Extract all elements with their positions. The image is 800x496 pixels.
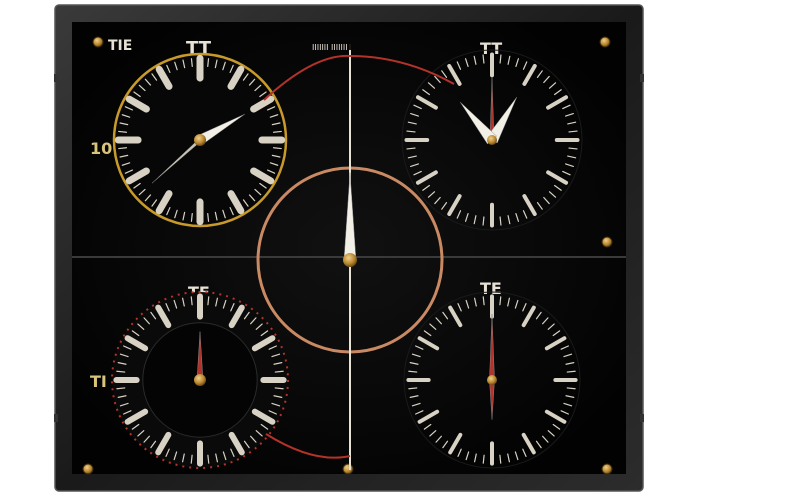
minor-tick xyxy=(116,387,126,390)
screw xyxy=(599,36,611,48)
minor-tick xyxy=(406,147,416,150)
minor-tick xyxy=(482,54,485,64)
screw xyxy=(82,463,94,475)
label-top-caption: IIIIIII IIIIIII xyxy=(312,43,348,52)
minor-tick xyxy=(116,370,126,373)
minor-tick xyxy=(482,296,485,306)
minor-tick xyxy=(499,216,502,226)
minor-tick xyxy=(190,212,193,222)
screw xyxy=(601,463,613,475)
side-bolt xyxy=(640,414,646,422)
minor-tick xyxy=(482,454,485,464)
hand-pivot xyxy=(487,375,497,385)
minor-tick xyxy=(207,212,210,222)
minor-tick xyxy=(408,387,418,390)
minor-tick xyxy=(499,454,502,464)
minor-tick xyxy=(274,387,284,390)
label-dial-c-side: TI xyxy=(90,372,107,391)
minor-tick xyxy=(274,370,284,373)
label-left-side: 10 xyxy=(90,139,112,158)
side-bolt xyxy=(52,414,58,422)
minor-tick xyxy=(272,130,282,133)
side-bolt xyxy=(640,74,646,82)
hand-pivot xyxy=(343,253,357,267)
minor-tick xyxy=(566,370,576,373)
minor-tick xyxy=(568,130,578,133)
dial-bottom-left xyxy=(111,291,289,469)
minor-tick xyxy=(408,370,418,373)
screw xyxy=(92,36,104,48)
side-bolt xyxy=(52,74,58,82)
minor-tick xyxy=(207,296,210,306)
minor-tick xyxy=(482,216,485,226)
screw xyxy=(342,463,354,475)
minor-tick xyxy=(118,130,128,133)
minor-tick xyxy=(568,147,578,150)
instrument-panel-drawing: TIE TT IIIIIII IIIIIII TT 10 TT TT TE TE… xyxy=(52,4,646,492)
instrument-panel: TIE TT IIIIIII IIIIIII TT 10 TT TT TE TE… xyxy=(52,4,646,492)
minor-tick xyxy=(190,58,193,68)
minor-tick xyxy=(406,130,416,133)
minor-tick xyxy=(190,454,193,464)
hand-pivot xyxy=(194,134,206,146)
minor-tick xyxy=(207,454,210,464)
minor-tick xyxy=(190,296,193,306)
minor-tick xyxy=(272,147,282,150)
minor-tick xyxy=(566,387,576,390)
hand-pivot xyxy=(487,135,497,145)
label-top-left: TIE xyxy=(108,38,132,54)
dial-top-left xyxy=(112,52,288,228)
minor-tick xyxy=(118,147,128,150)
minor-tick xyxy=(207,58,210,68)
minor-tick xyxy=(499,296,502,306)
hand-pivot xyxy=(194,374,206,386)
minor-tick xyxy=(499,54,502,64)
screw xyxy=(601,236,613,248)
